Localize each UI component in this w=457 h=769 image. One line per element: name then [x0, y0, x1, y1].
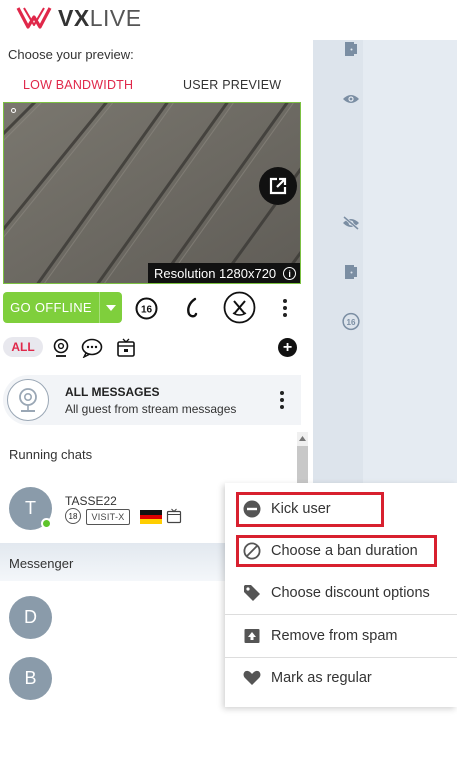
popout-icon	[269, 177, 287, 195]
avatar[interactable]: D	[9, 596, 52, 639]
door-exit-icon[interactable]	[342, 40, 360, 58]
info-icon[interactable]: i	[283, 267, 297, 280]
menu-item-mark-regular[interactable]: Mark as regular	[225, 657, 457, 699]
all-messages-avatar	[7, 379, 49, 421]
door-exit-icon[interactable]	[342, 263, 360, 281]
logo-name-bold: VX	[58, 4, 90, 31]
chat-bubble-icon	[81, 338, 103, 358]
go-offline-label[interactable]: GO OFFLINE	[3, 292, 99, 323]
video-preview: Resolution 1280x720 i	[3, 102, 301, 284]
plus-circle-icon: +	[282, 338, 293, 356]
vx-logo-mark-icon	[16, 7, 52, 29]
status-dot	[11, 108, 16, 113]
tv-icon	[166, 508, 182, 524]
preview-label: Choose your preview:	[8, 47, 134, 62]
webcam-icon	[19, 388, 37, 412]
camera-image	[4, 103, 300, 283]
germany-flag-icon	[140, 510, 162, 524]
tag-icon	[242, 584, 261, 603]
chat-username[interactable]: TASSE22	[65, 494, 117, 508]
menu-item-discount-options[interactable]: Choose discount options	[225, 572, 457, 614]
eye-off-icon[interactable]	[342, 214, 360, 232]
add-button[interactable]: +	[278, 338, 297, 357]
resolution-label: Resolution 1280x720 i	[148, 263, 300, 283]
tv-filter[interactable]	[115, 337, 137, 359]
highlight-ban-duration	[236, 535, 437, 567]
go-offline-button[interactable]: GO OFFLINE	[3, 292, 122, 323]
logo-name-light: LIVE	[89, 4, 142, 31]
handset-icon	[187, 297, 198, 318]
avatar[interactable]: B	[9, 657, 52, 700]
resolution-text: Resolution 1280x720	[154, 266, 277, 281]
filter-all[interactable]: ALL	[3, 337, 43, 357]
menu-item-label: Choose discount options	[271, 585, 430, 601]
eye-icon[interactable]	[342, 90, 360, 108]
chevron-down-icon	[106, 304, 116, 311]
more-options-icon[interactable]	[282, 299, 288, 317]
menu-item-remove-from-spam[interactable]: Remove from spam	[225, 615, 457, 657]
all-messages-item[interactable]: ALL MESSAGES All guest from stream messa…	[3, 375, 301, 425]
platform-badge: VISIT-X	[86, 509, 130, 525]
scrollbar-thumb[interactable]	[297, 446, 308, 486]
heart-icon	[242, 669, 261, 688]
caret-up-icon	[299, 435, 306, 441]
menu-item-label: Mark as regular	[271, 670, 372, 686]
scroll-up-arrow[interactable]	[297, 432, 308, 444]
tab-low-bandwidth[interactable]: LOW BANDWIDTH	[23, 78, 133, 92]
all-messages-subtitle: All guest from stream messages	[65, 402, 237, 416]
menu-item-label: Remove from spam	[271, 628, 398, 644]
online-status-dot	[41, 518, 52, 529]
tv-icon	[117, 338, 135, 357]
handset-button[interactable]	[180, 296, 204, 320]
highlight-kick-user	[236, 492, 384, 527]
age-16-icon: 16	[135, 297, 157, 319]
tab-user-preview[interactable]: USER PREVIEW	[183, 78, 281, 92]
webcam-filter[interactable]	[50, 337, 72, 359]
go-offline-dropdown[interactable]	[99, 292, 122, 323]
no-voice-button[interactable]	[222, 291, 256, 324]
messenger-label: Messenger	[9, 556, 74, 571]
svg-text:16: 16	[347, 317, 356, 326]
running-chats-label: Running chats	[9, 447, 93, 462]
svg-text:16: 16	[140, 304, 152, 315]
no-voice-icon	[223, 291, 255, 324]
age-16-icon[interactable]: 16	[342, 312, 360, 330]
age-18-icon: 18	[65, 508, 81, 524]
all-messages-title: ALL MESSAGES	[65, 385, 160, 399]
inbox-up-icon	[242, 627, 261, 646]
all-messages-more-icon[interactable]	[279, 391, 285, 409]
age-16-button[interactable]: 16	[134, 296, 158, 320]
vxlive-logo: VXLIVE	[16, 4, 142, 32]
webcam-icon	[53, 338, 69, 357]
popout-button[interactable]	[259, 167, 297, 205]
chat-filter[interactable]	[81, 337, 103, 359]
